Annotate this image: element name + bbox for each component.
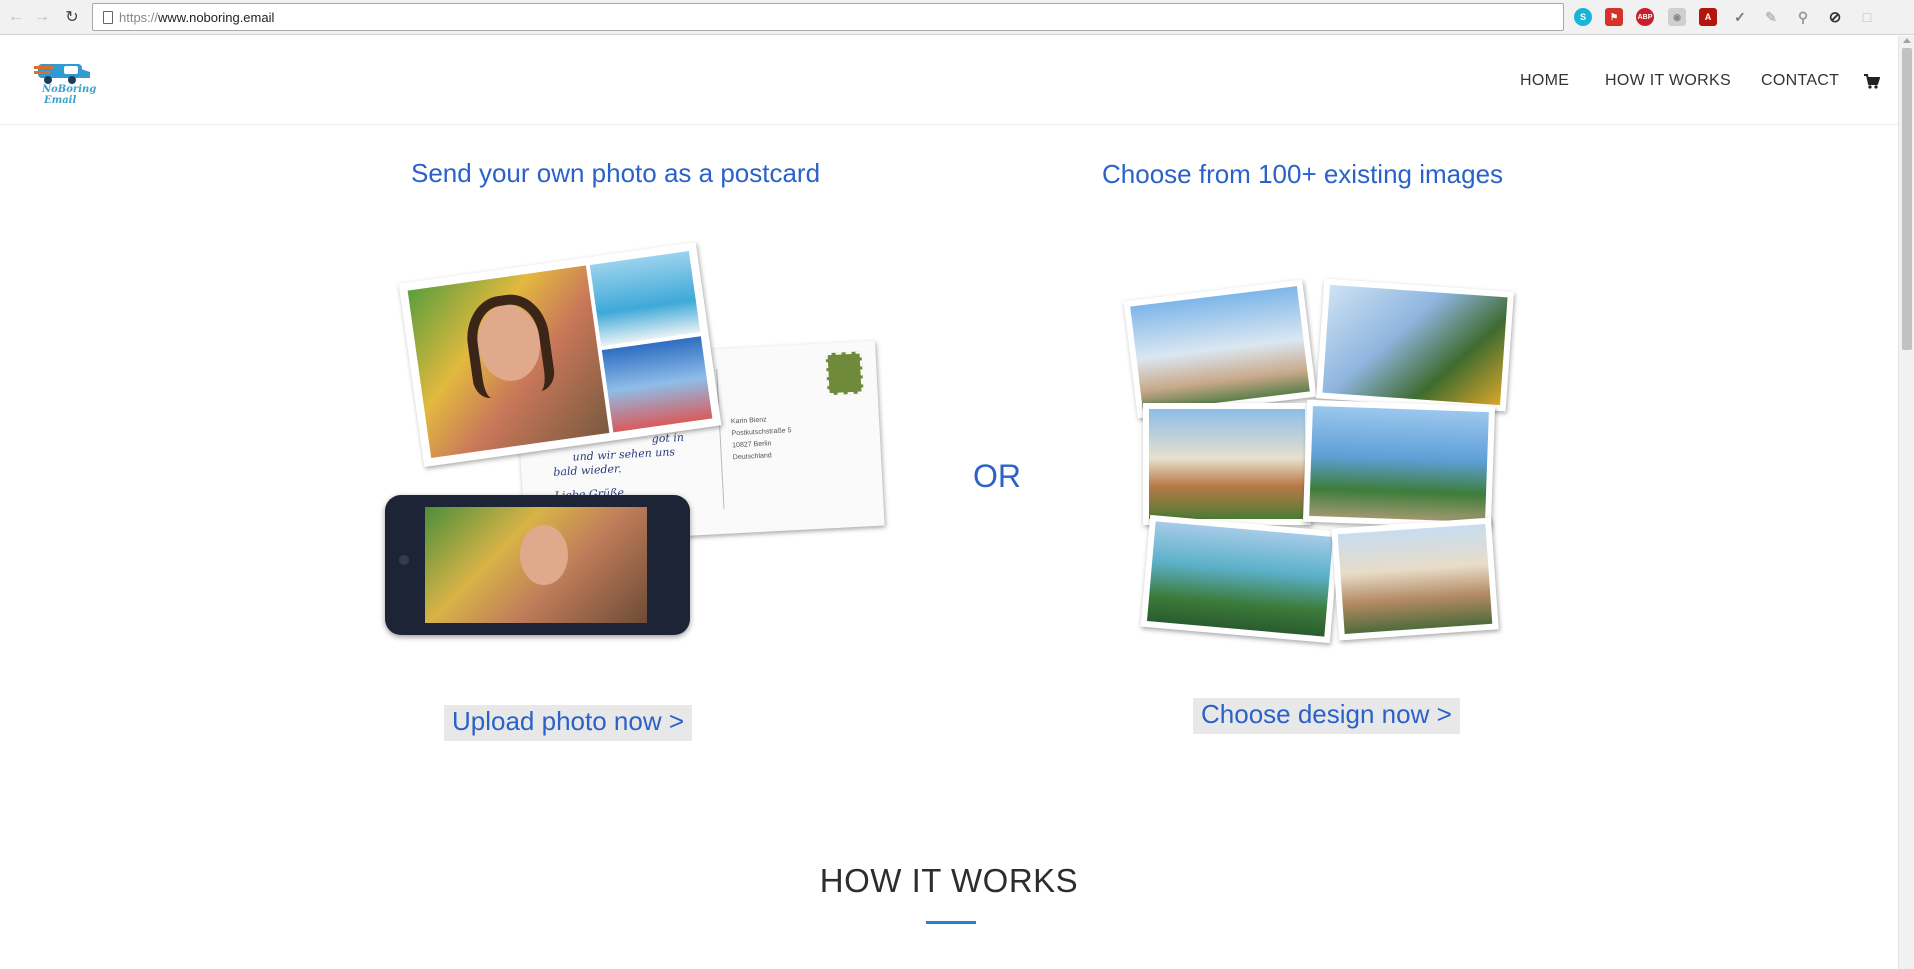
- phone-illustration: [385, 495, 690, 635]
- photo-hair: [461, 289, 557, 401]
- building-fill: [1337, 523, 1493, 635]
- browser-toolbar: ← → ↻ https://www.noboring.email S ⚑ ABP…: [0, 0, 1914, 35]
- temple-fill: [1149, 409, 1305, 519]
- dragon-fill: [1322, 284, 1508, 406]
- logo-line-2: Email: [44, 95, 77, 106]
- choose-design-button[interactable]: Choose design now >: [1193, 698, 1460, 734]
- coast-fill: [1309, 405, 1489, 523]
- skype-icon[interactable]: S: [1574, 8, 1592, 26]
- reload-icon[interactable]: ↻: [62, 7, 82, 27]
- scrollbar-thumb[interactable]: [1902, 48, 1912, 350]
- collage-photo-building: [1331, 517, 1499, 641]
- photo-red-dress: [601, 336, 713, 433]
- collage-photo-bay: [1140, 514, 1340, 644]
- feather-icon[interactable]: ✓: [1731, 8, 1749, 26]
- address-line-4: Deutschland: [732, 452, 772, 462]
- page-scrollbar[interactable]: [1898, 36, 1914, 969]
- forward-arrow-icon[interactable]: →: [32, 7, 52, 27]
- phone-home-button: [399, 555, 409, 565]
- how-it-works-underline: [926, 921, 976, 924]
- back-arrow-icon[interactable]: ←: [6, 7, 26, 27]
- postcard-address: Karin Bienz Postkutschstraße 5 10827 Ber…: [731, 413, 793, 464]
- flag-icon[interactable]: ⚑: [1605, 8, 1623, 26]
- photo-beach: [589, 251, 701, 347]
- logo-van-icon: [34, 64, 90, 84]
- phone-screen-photo: [425, 507, 647, 623]
- cart-icon[interactable]: [1864, 74, 1880, 90]
- adblock-icon[interactable]: ABP: [1636, 8, 1654, 26]
- url-scheme: https://: [119, 10, 159, 25]
- bay-fill: [1146, 521, 1334, 637]
- search-icon[interactable]: ⚲: [1794, 8, 1812, 26]
- photo-selfie-wall: [407, 265, 610, 458]
- upload-photo-button[interactable]: Upload photo now >: [444, 705, 693, 741]
- collage-photo-temple: [1143, 403, 1311, 525]
- nav-home[interactable]: HOME: [1520, 72, 1569, 90]
- logo-line-1: NoBoring: [42, 84, 97, 95]
- nav-contact[interactable]: CONTACT: [1761, 72, 1839, 90]
- phone-face: [520, 525, 568, 585]
- collage-photo-clock-tower: [1123, 279, 1317, 419]
- nav-how-it-works[interactable]: HOW IT WORKS: [1605, 72, 1731, 90]
- page-icon: [103, 11, 113, 24]
- design-collage-illustration: [1123, 275, 1525, 645]
- url-text[interactable]: https://www.noboring.email: [119, 10, 274, 25]
- postcard-divider: [716, 369, 725, 509]
- collage-photo-coast: [1302, 399, 1496, 529]
- or-divider-text: OR: [973, 458, 1021, 494]
- brush-icon[interactable]: ✎: [1762, 8, 1780, 26]
- camera-icon[interactable]: ◉: [1668, 8, 1686, 26]
- upload-column-title: Send your own photo as a postcard: [411, 158, 821, 188]
- block-icon[interactable]: ⊘: [1826, 8, 1844, 26]
- chat-icon[interactable]: □: [1858, 8, 1876, 26]
- clock-tower-fill: [1130, 286, 1310, 412]
- pdf-icon[interactable]: A: [1699, 8, 1717, 26]
- scroll-up-arrow-icon[interactable]: [1903, 38, 1911, 43]
- url-host: www.noboring.email: [158, 10, 275, 25]
- address-bar[interactable]: https://www.noboring.email: [92, 3, 1564, 31]
- postcard-illustration: got in und wir sehen uns bald wieder. Li…: [380, 242, 920, 640]
- how-it-works-heading: HOW IT WORKS: [819, 862, 1079, 899]
- collage-photo-dragon: [1316, 278, 1514, 412]
- site-header: NoBoring Email HOME HOW IT WORKS CONTACT: [0, 36, 1898, 125]
- design-column-title: Choose from 100+ existing images: [1102, 159, 1504, 189]
- logo-text[interactable]: NoBoring Email: [42, 84, 97, 106]
- postcard-stamp: [825, 351, 864, 396]
